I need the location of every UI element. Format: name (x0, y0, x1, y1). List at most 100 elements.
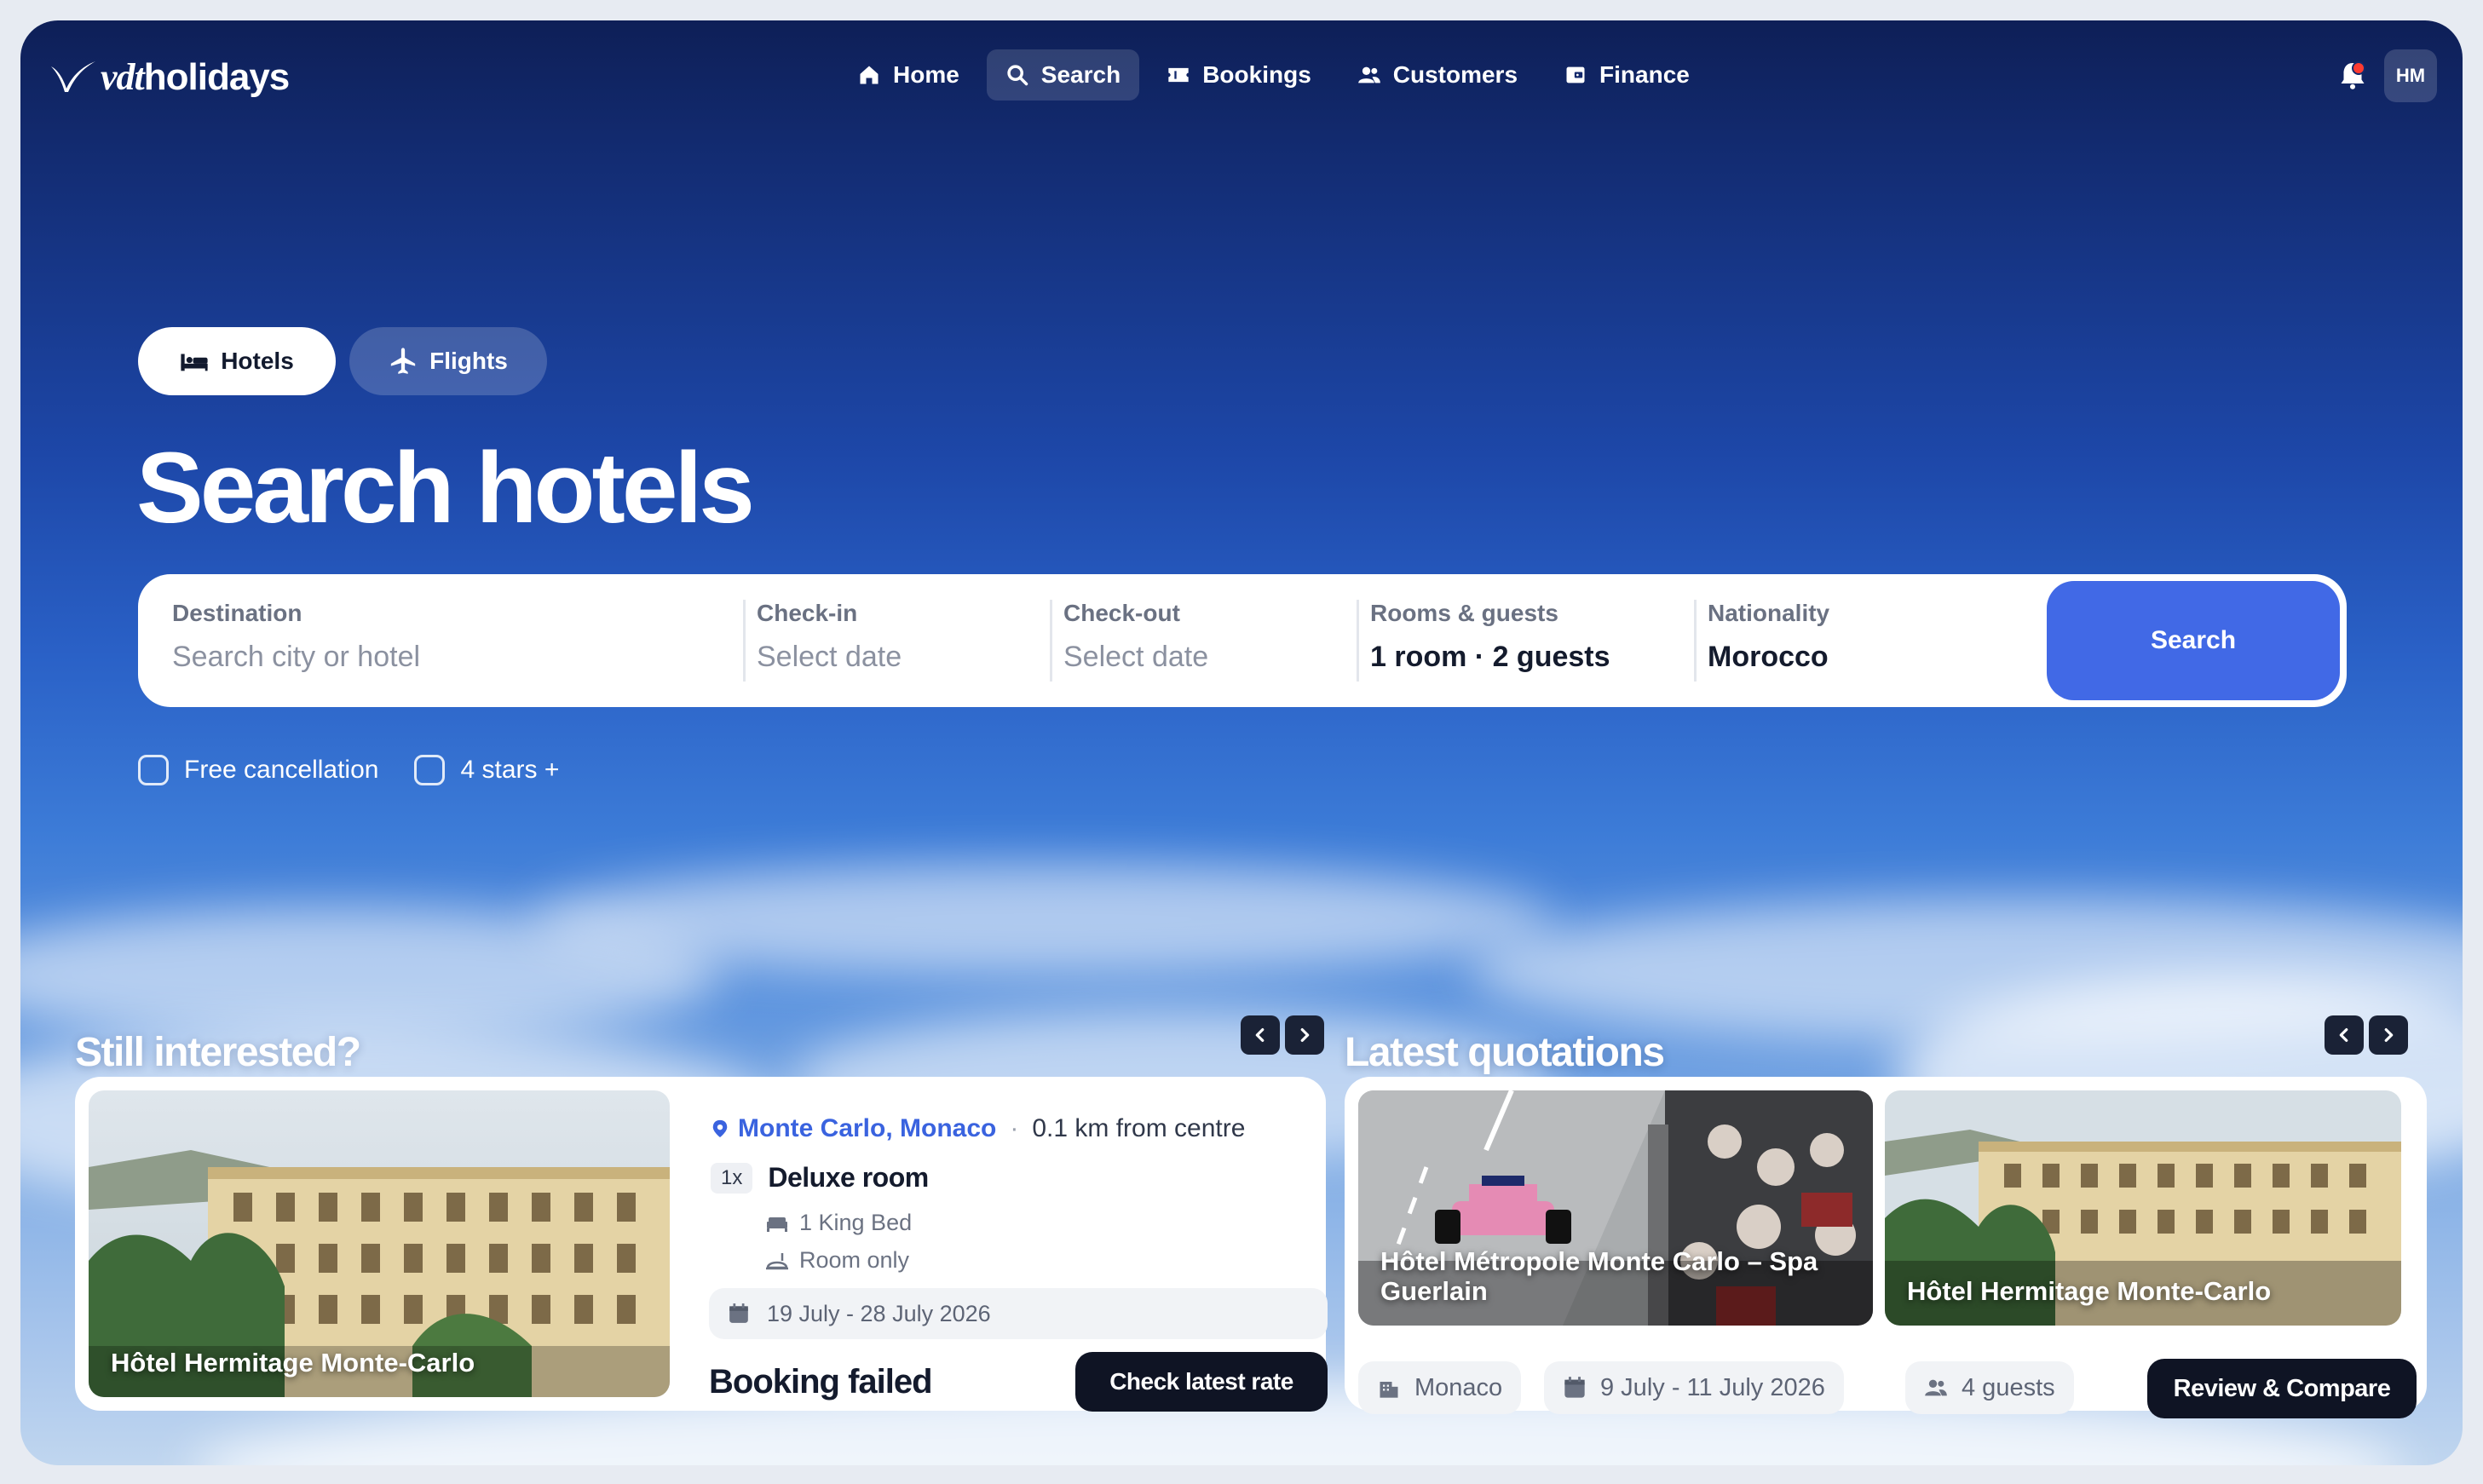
filter-label: 4 stars + (460, 756, 560, 784)
dates-chip: 9 July - 11 July 2026 (1544, 1361, 1844, 1414)
search-button[interactable]: Search (2047, 581, 2340, 700)
board-feature: Room only (765, 1247, 909, 1274)
distance-text: 0.1 km from centre (1032, 1114, 1246, 1142)
nav-customers[interactable]: Customers (1339, 49, 1536, 101)
search-icon (1007, 65, 1028, 86)
check-latest-rate-button[interactable]: Check latest rate (1075, 1352, 1328, 1412)
nav-search[interactable]: Search (986, 49, 1140, 101)
cloud-shape (532, 864, 1554, 975)
tab-hotels[interactable]: Hotels (138, 327, 336, 395)
room-summary: 1x Deluxe room (711, 1162, 929, 1194)
nationality-value[interactable]: Morocco (1708, 641, 2031, 674)
wallet-icon (1566, 66, 1585, 83)
nav-bookings[interactable]: Bookings (1148, 49, 1330, 101)
chevron-left-icon (1255, 1027, 1265, 1043)
checkin-input[interactable]: Select date (757, 641, 1038, 674)
chevron-right-icon (1300, 1027, 1310, 1043)
calendar-icon (1564, 1377, 1585, 1398)
hotel-photo: Hôtel Hermitage Monte-Carlo (89, 1090, 670, 1397)
user-avatar[interactable]: HM (2384, 49, 2437, 102)
guests-text: 4 guests (1962, 1373, 2055, 1401)
tab-flights[interactable]: Flights (349, 327, 547, 395)
notifications-button[interactable] (2331, 55, 2374, 97)
rooms-guests-value[interactable]: 1 room · 2 guests (1370, 641, 1685, 674)
divider (743, 600, 746, 682)
notification-dot (2352, 61, 2365, 75)
next-button[interactable] (2369, 1015, 2408, 1055)
home-icon (860, 66, 879, 84)
review-compare-button[interactable]: Review & Compare (2147, 1359, 2417, 1418)
divider (1050, 600, 1052, 682)
filter-free-cancellation[interactable]: Free cancellation (138, 755, 378, 785)
nav-finance[interactable]: Finance (1545, 49, 1708, 101)
page-title: Search hotels (136, 432, 755, 544)
divider (1694, 600, 1697, 682)
destination-field[interactable]: Destination Search city or hotel (172, 574, 717, 707)
nav-home[interactable]: Home (838, 49, 978, 101)
field-label: Rooms & guests (1370, 600, 1558, 626)
rooms-guests-field[interactable]: Rooms & guests 1 room · 2 guests (1370, 574, 1685, 707)
brand-logo[interactable]: vdtholidays (49, 51, 290, 102)
date-range: 9 July - 11 July 2026 (1600, 1373, 1825, 1401)
product-tabs: Hotels Flights (138, 327, 547, 395)
bed-text: 1 King Bed (799, 1210, 913, 1235)
filter-four-stars[interactable]: 4 stars + (414, 755, 559, 785)
bed-feature: 1 King Bed (765, 1210, 912, 1236)
hotel-name: Hôtel Hermitage Monte-Carlo (111, 1348, 475, 1378)
nav-label: Finance (1599, 61, 1690, 88)
bed-icon (767, 1217, 787, 1232)
checkout-field[interactable]: Check-out Select date (1063, 574, 1345, 707)
room-name: Deluxe room (768, 1162, 929, 1193)
still-interested-title: Still interested? (75, 1030, 361, 1075)
calendar-icon (729, 1303, 748, 1323)
nav-label: Search (1040, 61, 1121, 88)
checkbox[interactable] (414, 755, 446, 785)
search-filters: Free cancellation 4 stars + (138, 755, 559, 785)
hotel-name: Hôtel Métropole Monte Carlo – Spa Guerla… (1380, 1245, 1818, 1307)
app-frame: vdtholidays Home Search Bookings Custome… (20, 20, 2463, 1465)
nav-label: Customers (1392, 61, 1518, 88)
hotel-location: Monte Carlo, Monaco · 0.1 km from centre (711, 1114, 1245, 1143)
users-icon (1925, 1379, 1947, 1396)
hotel-name: Hôtel Hermitage Monte-Carlo (1907, 1276, 2272, 1307)
building-icon (1380, 1382, 1398, 1398)
bird-logo-icon (51, 61, 95, 92)
checkout-input[interactable]: Select date (1063, 641, 1345, 674)
plane-icon (390, 348, 416, 374)
nav-label: Bookings (1202, 61, 1311, 88)
prev-button[interactable] (1241, 1015, 1280, 1055)
chevron-right-icon (2384, 1027, 2394, 1043)
next-button[interactable] (1285, 1015, 1324, 1055)
destination-chip: Monaco (1358, 1361, 1522, 1414)
chevron-left-icon (2339, 1027, 2348, 1043)
map-pin-icon (712, 1119, 728, 1138)
date-range: 19 July - 28 July 2026 (767, 1300, 991, 1326)
hotel-photo: Hôtel Métropole Monte Carlo – Spa Guerla… (1358, 1090, 1873, 1326)
search-bar: Destination Search city or hotel Check-i… (138, 574, 2347, 707)
main-nav: Home Search Bookings Customers Finance (838, 49, 1708, 101)
users-icon (1357, 66, 1380, 83)
prev-button[interactable] (2325, 1015, 2364, 1055)
hotel-photo: Hôtel Hermitage Monte-Carlo (1885, 1090, 2401, 1326)
field-label: Check-in (757, 600, 858, 626)
separator: · (1010, 1114, 1019, 1142)
checkin-field[interactable]: Check-in Select date (757, 574, 1038, 707)
room-quantity: 1x (711, 1162, 753, 1194)
checkbox[interactable] (138, 755, 169, 785)
filter-label: Free cancellation (184, 756, 379, 784)
room-service-icon (766, 1252, 788, 1269)
field-label: Destination (172, 600, 302, 626)
ticket-icon (1168, 67, 1189, 83)
brand-name: vdtholidays (101, 55, 290, 98)
destination-input[interactable]: Search city or hotel (172, 641, 717, 674)
location-link[interactable]: Monte Carlo, Monaco (738, 1114, 996, 1143)
tab-label: Hotels (221, 348, 294, 374)
nationality-field[interactable]: Nationality Morocco (1708, 574, 2031, 707)
field-label: Check-out (1063, 600, 1180, 626)
bed-icon (181, 354, 208, 371)
field-label: Nationality (1708, 600, 1830, 626)
guests-chip: 4 guests (1905, 1361, 2074, 1414)
divider (1357, 600, 1359, 682)
tab-label: Flights (429, 348, 508, 374)
stay-dates: 19 July - 28 July 2026 (709, 1288, 1328, 1339)
